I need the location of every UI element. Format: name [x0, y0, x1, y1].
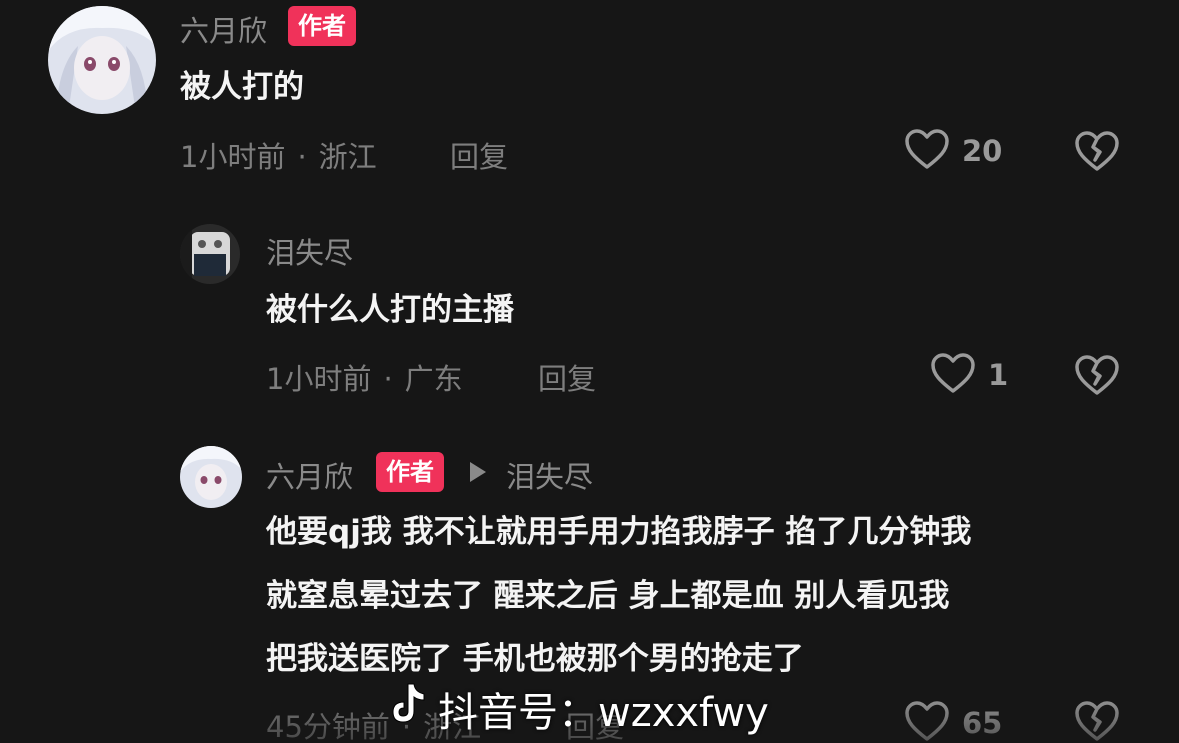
dislike-button[interactable]: [1074, 354, 1120, 400]
comment-location: 广东: [404, 362, 463, 396]
dislike-button[interactable]: [1074, 130, 1120, 176]
reply-arrow-icon: [470, 462, 486, 482]
comment-time: 45分钟前: [266, 710, 390, 743]
comment-location: 浙江: [318, 140, 377, 174]
comment-time: 1小时前: [180, 140, 286, 174]
author-badge: 作者: [288, 6, 356, 46]
like-count: 1: [988, 358, 1009, 392]
meta-separator: ·: [297, 140, 307, 174]
meta-separator: ·: [383, 362, 393, 396]
watermark-text: 抖音号：wzxxfwy: [438, 690, 769, 736]
like-button[interactable]: 65: [904, 700, 1002, 743]
like-button[interactable]: 1: [930, 352, 1008, 398]
comment-time: 1小时前: [266, 362, 372, 396]
comment-meta: 1小时前 · 广东: [266, 356, 463, 398]
comment-list: 六月欣 作者 被人打的 1小时前 · 浙江 回复 20 泪失尽 被什么人打的主播…: [0, 0, 1179, 743]
avatar[interactable]: [180, 224, 240, 284]
comment-author[interactable]: 六月欣: [266, 454, 353, 496]
author-badge: 作者: [376, 452, 444, 492]
dislike-button[interactable]: [1074, 700, 1120, 743]
reply-button[interactable]: 回复: [538, 356, 596, 398]
reply-to-user[interactable]: 泪失尽: [506, 454, 593, 496]
comment-text-line: 就窒息晕过去了 醒来之后 身上都是血 别人看见我: [266, 578, 950, 614]
broken-heart-icon: [1074, 701, 1120, 743]
heart-outline-icon: [904, 700, 950, 743]
like-button[interactable]: 20: [904, 128, 1002, 174]
like-count: 65: [962, 706, 1003, 740]
broken-heart-icon: [1074, 131, 1120, 176]
heart-outline-icon: [904, 128, 950, 174]
reply-button[interactable]: 回复: [450, 134, 508, 176]
comment-author[interactable]: 六月欣: [180, 8, 267, 50]
avatar[interactable]: [180, 446, 242, 508]
heart-outline-icon: [930, 352, 976, 398]
comment-author[interactable]: 泪失尽: [266, 230, 353, 272]
douyin-logo-icon: [388, 682, 428, 736]
like-count: 20: [962, 134, 1003, 168]
comment-meta: 1小时前 · 浙江: [180, 134, 377, 176]
comment-text: 被人打的: [180, 69, 304, 105]
avatar[interactable]: [48, 6, 156, 114]
comment-text-line: 他要qj我 我不让就用手用力掐我脖子 掐了几分钟我: [266, 514, 972, 550]
douyin-watermark: 抖音号：wzxxfwy: [388, 680, 769, 738]
broken-heart-icon: [1074, 355, 1120, 400]
comment-text: 被什么人打的主播: [266, 292, 514, 328]
